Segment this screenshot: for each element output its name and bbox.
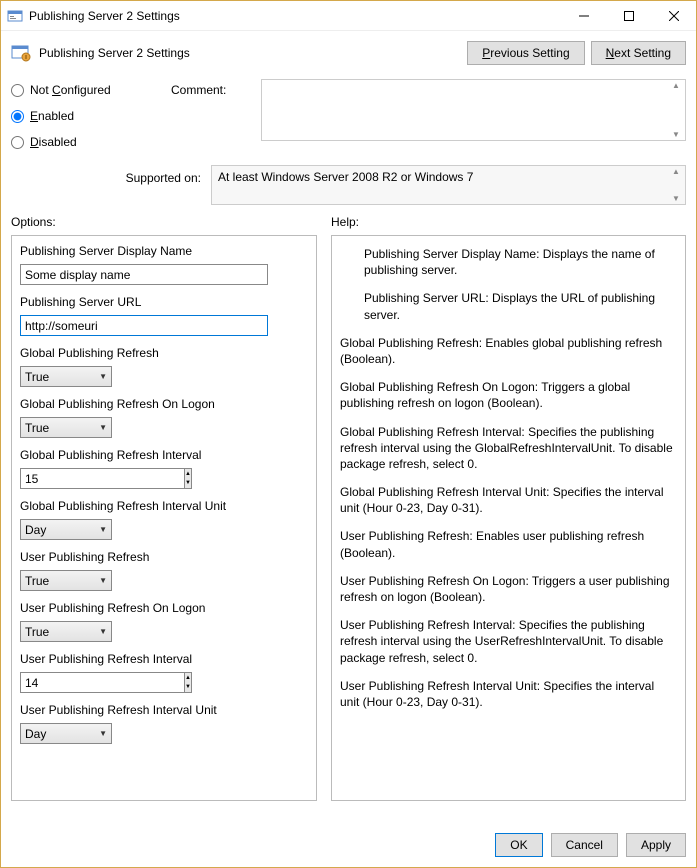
user-refresh-interval-unit-label: User Publishing Refresh Interval Unit [20, 703, 308, 717]
chevron-down-icon: ▼ [99, 423, 107, 432]
chevron-down-icon: ▼ [99, 627, 107, 636]
help-text: User Publishing Refresh Interval Unit: S… [340, 678, 675, 710]
global-refresh-interval-input[interactable] [20, 468, 184, 489]
user-refresh-interval-input[interactable] [20, 672, 184, 693]
radio-disabled[interactable]: Disabled [11, 135, 151, 149]
help-text: Global Publishing Refresh On Logon: Trig… [340, 379, 675, 411]
spin-up-icon[interactable]: ▲ [185, 673, 191, 683]
header: Publishing Server 2 Settings Previous Se… [1, 31, 696, 69]
user-refresh-logon-select[interactable]: True▼ [20, 621, 112, 642]
next-setting-button[interactable]: Next Setting [591, 41, 686, 65]
chevron-down-icon: ▼ [99, 525, 107, 534]
global-refresh-logon-label: Global Publishing Refresh On Logon [20, 397, 308, 411]
app-icon [7, 8, 23, 24]
scroll-arrows-icon: ▲▼ [668, 167, 684, 203]
help-text: Global Publishing Refresh Interval Unit:… [340, 484, 675, 516]
user-refresh-logon-label: User Publishing Refresh On Logon [20, 601, 308, 615]
options-label: Options: [11, 215, 317, 229]
help-text: User Publishing Refresh Interval: Specif… [340, 617, 675, 666]
global-refresh-interval-label: Global Publishing Refresh Interval [20, 448, 308, 462]
user-refresh-interval-spinner[interactable]: ▲▼ [20, 672, 132, 693]
help-text: Publishing Server Display Name: Displays… [340, 246, 675, 278]
window-buttons [561, 1, 696, 31]
global-refresh-interval-unit-select[interactable]: Day▼ [20, 519, 112, 540]
footer: OK Cancel Apply [1, 823, 696, 867]
radio-not-configured-input[interactable] [11, 84, 24, 97]
display-name-label: Publishing Server Display Name [20, 244, 308, 258]
previous-setting-button[interactable]: Previous Setting [467, 41, 584, 65]
options-panel: Publishing Server Display Name Publishin… [11, 235, 317, 801]
supported-on-text: At least Windows Server 2008 R2 or Windo… [218, 170, 473, 184]
apply-button[interactable]: Apply [626, 833, 686, 857]
maximize-button[interactable] [606, 1, 651, 31]
scroll-arrows-icon: ▲▼ [668, 81, 684, 139]
supported-on-label: Supported on: [11, 165, 201, 185]
cancel-button[interactable]: Cancel [551, 833, 618, 857]
chevron-down-icon: ▼ [99, 372, 107, 381]
user-refresh-select[interactable]: True▼ [20, 570, 112, 591]
minimize-button[interactable] [561, 1, 606, 31]
comment-textarea[interactable]: ▲▼ [261, 79, 686, 141]
global-refresh-interval-unit-label: Global Publishing Refresh Interval Unit [20, 499, 308, 513]
chevron-down-icon: ▼ [99, 729, 107, 738]
user-refresh-label: User Publishing Refresh [20, 550, 308, 564]
ok-button[interactable]: OK [495, 833, 542, 857]
url-label: Publishing Server URL [20, 295, 308, 309]
global-refresh-select[interactable]: True▼ [20, 366, 112, 387]
display-name-input[interactable] [20, 264, 268, 285]
help-panel: Publishing Server Display Name: Displays… [331, 235, 686, 801]
config-area: Not Configured Enabled Disabled Comment:… [1, 69, 696, 161]
help-label: Help: [331, 215, 359, 229]
close-button[interactable] [651, 1, 696, 31]
supported-on-row: Supported on: At least Windows Server 20… [1, 161, 696, 211]
radio-enabled[interactable]: Enabled [11, 109, 151, 123]
help-text: User Publishing Refresh: Enables user pu… [340, 528, 675, 560]
titlebar: Publishing Server 2 Settings [1, 1, 696, 31]
user-refresh-interval-label: User Publishing Refresh Interval [20, 652, 308, 666]
user-refresh-interval-unit-select[interactable]: Day▼ [20, 723, 112, 744]
global-refresh-interval-spinner[interactable]: ▲▼ [20, 468, 132, 489]
radio-not-configured[interactable]: Not Configured [11, 83, 151, 97]
radio-enabled-input[interactable] [11, 110, 24, 123]
url-input[interactable] [20, 315, 268, 336]
spin-down-icon[interactable]: ▼ [185, 479, 191, 489]
page-title: Publishing Server 2 Settings [39, 46, 467, 60]
supported-on-box: At least Windows Server 2008 R2 or Windo… [211, 165, 686, 205]
chevron-down-icon: ▼ [99, 576, 107, 585]
help-text: Publishing Server URL: Displays the URL … [340, 290, 675, 322]
window-title: Publishing Server 2 Settings [29, 9, 561, 23]
help-text: Global Publishing Refresh Interval: Spec… [340, 424, 675, 473]
help-text: User Publishing Refresh On Logon: Trigge… [340, 573, 675, 605]
comment-label: Comment: [171, 83, 241, 97]
spin-down-icon[interactable]: ▼ [185, 683, 191, 693]
radio-disabled-input[interactable] [11, 136, 24, 149]
policy-icon [11, 43, 31, 63]
help-text: Global Publishing Refresh: Enables globa… [340, 335, 675, 367]
global-refresh-logon-select[interactable]: True▼ [20, 417, 112, 438]
spin-up-icon[interactable]: ▲ [185, 469, 191, 479]
global-refresh-label: Global Publishing Refresh [20, 346, 308, 360]
